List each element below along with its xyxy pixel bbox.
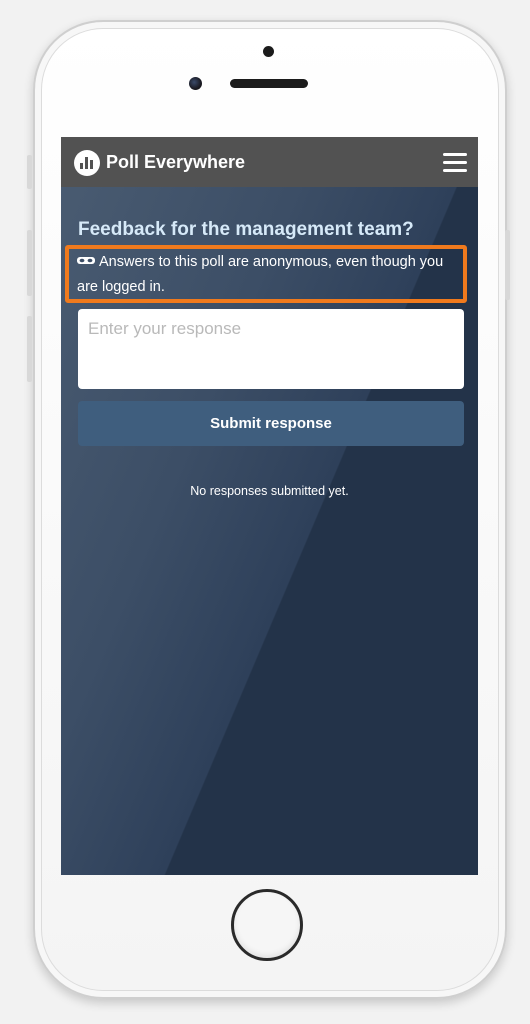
home-button[interactable]	[231, 889, 303, 961]
volume-up-button	[27, 230, 32, 296]
phone-screen: Poll Everywhere Feedback for the managem…	[61, 137, 478, 875]
hamburger-menu-icon[interactable]	[443, 153, 467, 173]
submit-response-button[interactable]: Submit response	[78, 401, 464, 446]
power-button	[505, 230, 510, 300]
brand-name[interactable]: Poll Everywhere	[106, 152, 245, 173]
mute-switch	[27, 155, 32, 189]
front-camera	[189, 77, 202, 90]
anonymous-notice-text: Answers to this poll are anonymous, even…	[77, 254, 444, 295]
incognito-mask-icon	[77, 257, 95, 264]
proximity-sensor	[263, 46, 274, 57]
response-status: No responses submitted yet.	[190, 484, 349, 498]
poll-title: Feedback for the management team?	[78, 219, 414, 240]
response-input[interactable]	[78, 309, 464, 389]
top-navbar: Poll Everywhere	[61, 137, 478, 187]
poll-everywhere-logo-icon[interactable]	[74, 150, 100, 176]
volume-down-button	[27, 316, 32, 382]
anonymous-notice: Answers to this poll are anonymous, even…	[77, 250, 457, 300]
earpiece-speaker	[230, 79, 308, 88]
